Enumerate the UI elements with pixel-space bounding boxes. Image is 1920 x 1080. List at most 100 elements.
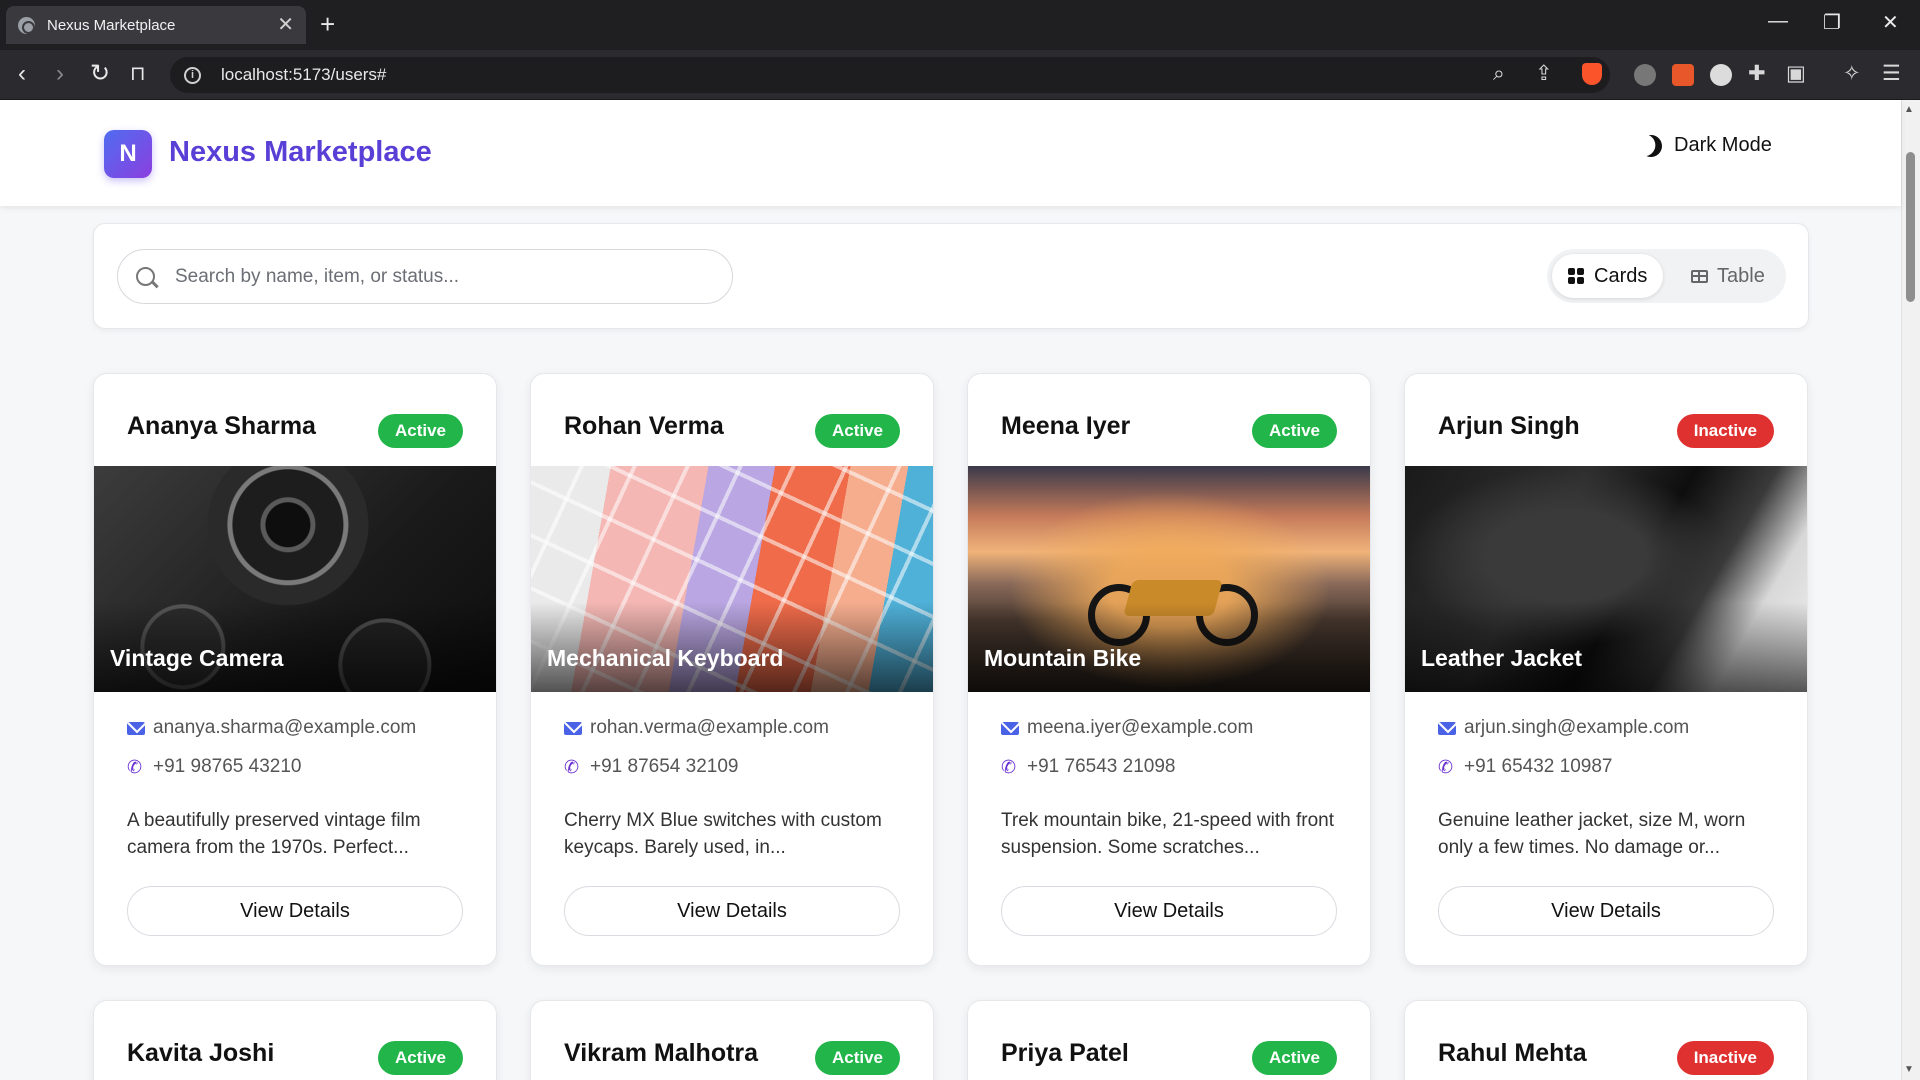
search-box[interactable] <box>117 249 733 304</box>
email-text: arjun.singh@example.com <box>1464 717 1690 738</box>
phone-icon: ✆ <box>1001 757 1017 777</box>
search-icon <box>136 267 155 286</box>
mail-icon <box>1001 721 1019 735</box>
status-badge: Active <box>377 1041 463 1075</box>
status-badge: Active <box>814 1041 900 1075</box>
share-icon[interactable]: ⇪ <box>1535 62 1553 86</box>
back-icon[interactable]: ‹ <box>18 61 26 87</box>
view-toggle: Cards Table <box>1547 249 1786 303</box>
user-name: Rahul Mehta <box>1438 1039 1587 1067</box>
lighthouse-icon[interactable] <box>1672 64 1694 86</box>
scroll-up-arrow[interactable]: ▲ <box>1904 104 1914 115</box>
view-details-button[interactable]: View Details <box>1438 886 1774 936</box>
user-name: Arjun Singh <box>1438 412 1580 440</box>
item-image: Vintage Camera <box>94 466 496 692</box>
url-text: localhost:5173/users# <box>221 65 387 84</box>
cards-view-label: Cards <box>1594 264 1648 287</box>
phone-icon: ✆ <box>127 757 143 777</box>
user-name: Rohan Verma <box>564 412 724 440</box>
close-window-button[interactable]: ✕ <box>1882 10 1899 35</box>
item-description: Cherry MX Blue switches with custom keyc… <box>564 810 882 858</box>
restore-button[interactable]: ❐ <box>1823 10 1841 35</box>
dark-mode-label: Dark Mode <box>1674 134 1772 156</box>
close-tab-icon[interactable]: ✕ <box>277 15 294 35</box>
view-details-button[interactable]: View Details <box>127 886 463 936</box>
mail-icon <box>564 721 582 735</box>
zoom-icon[interactable]: ⌕ <box>1493 62 1505 86</box>
status-badge: Inactive <box>1676 1041 1774 1075</box>
scroll-down-arrow[interactable]: ▼ <box>1904 1064 1914 1075</box>
brave-shield-icon[interactable] <box>1582 63 1602 85</box>
table-icon <box>1691 269 1708 283</box>
phone-row: ✆ +91 87654 32109 <box>564 756 738 778</box>
view-details-button[interactable]: View Details <box>1001 886 1337 936</box>
brand-title[interactable]: Nexus Marketplace <box>169 136 432 169</box>
item-title: Leather Jacket <box>1421 645 1583 671</box>
browser-tab[interactable]: Nexus Marketplace ✕ <box>6 6 306 44</box>
email-text: ananya.sharma@example.com <box>153 717 417 738</box>
phone-text: +91 65432 10987 <box>1464 756 1613 777</box>
table-view-label: Table <box>1717 264 1765 287</box>
status-badge: Active <box>1251 1041 1337 1075</box>
user-name: Vikram Malhotra <box>564 1039 759 1067</box>
minimize-button[interactable]: — <box>1768 10 1788 33</box>
user-card: Rohan Verma Active Mechanical Keyboard r… <box>530 373 934 966</box>
item-image: Mechanical Keyboard <box>531 466 933 692</box>
grid-icon <box>1568 268 1584 284</box>
user-name: Kavita Joshi <box>127 1039 275 1067</box>
search-panel: Cards Table <box>93 223 1809 329</box>
user-card: Rahul Mehta Inactive <box>1404 1000 1808 1080</box>
user-card: Arjun Singh Inactive Leather Jacket arju… <box>1404 373 1808 966</box>
mail-icon <box>1438 721 1456 735</box>
extension-icon[interactable] <box>1634 64 1656 86</box>
wallet-icon[interactable]: ▣ <box>1786 62 1806 86</box>
item-title: Vintage Camera <box>110 645 284 671</box>
tab-title: Nexus Marketplace <box>47 16 176 34</box>
phone-row: ✆ +91 76543 21098 <box>1001 756 1175 778</box>
search-input[interactable] <box>175 265 695 288</box>
email-row: rohan.verma@example.com <box>564 717 829 739</box>
site-info-icon[interactable]: i <box>184 66 201 84</box>
user-card: Vikram Malhotra Active <box>530 1000 934 1080</box>
logo-badge[interactable]: N <box>104 130 152 178</box>
status-badge: Inactive <box>1676 414 1774 448</box>
table-view-button[interactable]: Table <box>1675 254 1781 298</box>
phone-row: ✆ +91 98765 43210 <box>127 756 301 778</box>
github-icon[interactable] <box>1710 64 1732 86</box>
user-name: Meena Iyer <box>1001 412 1131 440</box>
status-badge: Active <box>814 414 900 448</box>
menu-icon[interactable]: ☰ <box>1882 62 1901 86</box>
phone-icon: ✆ <box>564 757 580 777</box>
item-description: A beautifully preserved vintage film cam… <box>127 810 421 858</box>
bookmark-icon[interactable]: ⊓ <box>130 61 146 87</box>
new-tab-button[interactable]: + <box>320 10 335 38</box>
email-row: ananya.sharma@example.com <box>127 717 416 739</box>
email-row: arjun.singh@example.com <box>1438 717 1689 739</box>
browser-toolbar: ‹ › ↻ ⊓ i localhost:5173/users# ⌕ ⇪ ✚ ▣ … <box>0 50 1920 100</box>
status-badge: Active <box>377 414 463 448</box>
leo-ai-icon[interactable]: ✧ <box>1843 62 1861 86</box>
phone-text: +91 76543 21098 <box>1027 756 1176 777</box>
email-text: meena.iyer@example.com <box>1027 717 1254 738</box>
globe-icon <box>18 16 35 34</box>
item-title: Mechanical Keyboard <box>547 645 784 671</box>
browser-tab-bar: Nexus Marketplace ✕ + — ❐ ✕ <box>0 0 1920 50</box>
scrollbar-thumb[interactable] <box>1906 152 1915 302</box>
dark-mode-button[interactable]: Dark Mode <box>1640 134 1772 157</box>
email-text: rohan.verma@example.com <box>590 717 829 738</box>
item-title: Mountain Bike <box>984 645 1142 671</box>
moon-icon <box>1637 131 1665 159</box>
user-card: Kavita Joshi Active <box>93 1000 497 1080</box>
item-description: Genuine leather jacket, size M, worn onl… <box>1438 810 1746 858</box>
status-badge: Active <box>1251 414 1337 448</box>
forward-icon[interactable]: › <box>56 61 64 87</box>
view-details-button[interactable]: View Details <box>564 886 900 936</box>
item-image: Mountain Bike <box>968 466 1370 692</box>
extensions-puzzle-icon[interactable]: ✚ <box>1748 62 1766 86</box>
mail-icon <box>127 721 145 735</box>
address-bar[interactable]: i localhost:5173/users# <box>170 57 1610 93</box>
item-description: Trek mountain bike, 21-speed with front … <box>1001 810 1335 858</box>
app-header: N Nexus Marketplace Dark Mode <box>0 100 1901 206</box>
cards-view-button[interactable]: Cards <box>1552 254 1664 298</box>
reload-icon[interactable]: ↻ <box>90 61 110 87</box>
